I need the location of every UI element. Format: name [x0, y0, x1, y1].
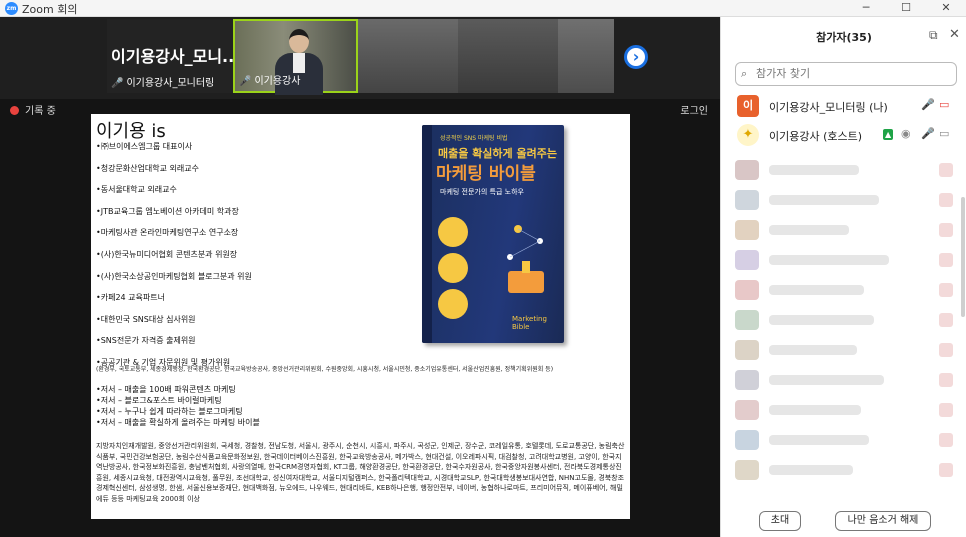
video-tile-monitoring[interactable]: 이기용강사_모니... 🎤 이기용강사_모니터링: [107, 19, 240, 93]
participant-row-blurred[interactable]: [735, 307, 957, 333]
participant-row-blurred[interactable]: [735, 337, 957, 363]
next-page-button[interactable]: ›: [624, 45, 648, 69]
search-placeholder: 참가자 찾기: [756, 67, 811, 80]
book-series: 성공적인 SNS 마케팅 비법: [440, 135, 508, 142]
popout-icon[interactable]: ⧉: [929, 28, 938, 43]
participant-row-blurred[interactable]: [735, 247, 957, 273]
mic-muted-icon: 🎤: [111, 78, 124, 89]
mic-muted-icon[interactable]: 🎤: [921, 98, 935, 111]
participant-row-blurred[interactable]: [735, 277, 957, 303]
video-tile-blurred[interactable]: [458, 19, 558, 93]
record-dot-icon: [10, 106, 19, 115]
participant-row-blurred[interactable]: [735, 217, 957, 243]
bullet-item: •㈜브이에스엠그룹 대표이사: [96, 142, 193, 151]
bullet-list: •㈜브이에스엠그룹 대표이사 •청강문화산업대학교 외래교수 •동서울대학교 외…: [96, 141, 436, 369]
shared-slide: 이기용 is •㈜브이에스엠그룹 대표이사 •청강문화산업대학교 외래교수 •동…: [91, 114, 630, 519]
career-paragraph: 지방자치인재개발원, 중앙선거관리위원회, 국세청, 경찰청, 전남도청, 서울…: [96, 442, 625, 503]
book-title-line2: 마케팅 바이블: [436, 164, 536, 184]
participant-row-blurred[interactable]: [735, 367, 957, 393]
participant-row[interactable]: ✦ 이기용강사 (호스트) ▲ ◉ 🎤 ▭: [735, 124, 957, 148]
avatar: 이: [737, 95, 759, 117]
participant-search-input[interactable]: ⌕ 참가자 찾기: [735, 62, 957, 86]
participant-row-blurred[interactable]: [735, 457, 957, 483]
bullet-item: •대한민국 SNS대상 심사위원: [96, 314, 196, 324]
participant-name: 이기용강사 (호스트): [769, 130, 863, 143]
invite-button[interactable]: 초대: [759, 511, 801, 531]
participant-name: 이기용강사_모니터링 (나): [769, 101, 888, 114]
avatar-bulb-icon: ✦: [737, 124, 759, 146]
window-titlebar: zm Zoom 회의 ─ ☐ ✕: [0, 0, 966, 17]
tile-participant-label: 🎤 이기용강사: [239, 76, 301, 87]
participant-row-blurred[interactable]: [735, 157, 957, 183]
bullet-item: •JTB교육그룹 엠노베이션 아카데미 학과장: [96, 206, 239, 216]
mic-muted-icon[interactable]: 🎤: [921, 127, 935, 140]
window-title: Zoom 회의: [22, 3, 78, 16]
close-window-button[interactable]: ✕: [926, 0, 966, 17]
tile-participant-label: 🎤 이기용강사_모니터링: [111, 78, 215, 89]
participant-row-blurred[interactable]: [735, 427, 957, 453]
book-item: •저서 – 누구나 쉽게 따라하는 블로그마케팅: [96, 407, 243, 416]
gov-list: (환경부, 국토교통부, 세종경제행정, 한국환경공단, 한국교육방송공사, 중…: [96, 366, 554, 373]
participants-scrollbar[interactable]: [961, 197, 965, 317]
book-illustration: [507, 225, 544, 293]
meeting-area: 이기용강사_모니... 🎤 이기용강사_모니터링 🎤 이기용강사 › 기록 중 로그…: [0, 17, 720, 537]
zoom-app-icon: zm: [5, 2, 18, 15]
unmute-myself-button[interactable]: 나만 음소거 해제: [835, 511, 931, 531]
book-badge: Marketing Bible: [512, 315, 547, 331]
bullet-item: •동서울대학교 외래교수: [96, 185, 177, 195]
close-panel-icon[interactable]: ✕: [949, 27, 960, 42]
bullet-item: •(사)한국뉴미디어협회 콘텐츠분과 위원장: [96, 249, 238, 259]
recording-indicator[interactable]: 기록 중: [10, 102, 56, 117]
participant-row[interactable]: 이 이기용강사_모니터링 (나) 🎤 ▭: [735, 95, 957, 119]
video-strip: 이기용강사_모니... 🎤 이기용강사_모니터링 🎤 이기용강사 ›: [0, 17, 720, 99]
recording-icon: ◉: [901, 127, 911, 140]
minimize-button[interactable]: ─: [846, 0, 886, 17]
book-item: •저서 – 매출을 100배 파워콘텐츠 마케팅: [96, 385, 236, 394]
search-icon: ⌕: [741, 67, 748, 80]
video-tile-blurred[interactable]: [558, 19, 614, 93]
video-tile-blurred[interactable]: [358, 19, 458, 93]
book-list: •저서 – 매출을 100배 파워콘텐츠 마케팅 •저서 – 블로그&포스트 바…: [96, 384, 260, 428]
book-cover-image: 성공적인 SNS 마케팅 비법 매출을 확실하게 올려주는 마케팅 바이블 마케…: [422, 125, 564, 343]
bullet-item: •청강문화산업대학교 외래교수: [96, 163, 199, 173]
mic-muted-icon: 🎤: [239, 76, 252, 87]
bullet-item: •마케팅사관 온라인마케팅연구소 연구소장: [96, 228, 239, 238]
participant-row-blurred[interactable]: [735, 187, 957, 213]
video-icon[interactable]: ▭: [939, 127, 949, 140]
slide-heading: 이기용 is: [96, 121, 166, 142]
bullet-item: •SNS전문가 자격증 출제위원: [96, 336, 196, 346]
book-circle-icon: [438, 217, 468, 247]
tile-participant-name: 이기용강사_모니...: [111, 47, 241, 66]
maximize-button[interactable]: ☐: [886, 0, 926, 17]
book-subtitle: 마케팅 전문가의 특급 노하우: [440, 188, 524, 196]
book-circle-icon: [438, 253, 468, 283]
book-circle-icon: [438, 289, 468, 319]
bullet-item: •(사)한국소상공인마케팅협회 블로그분과 위원: [96, 271, 252, 281]
video-tile-host[interactable]: 🎤 이기용강사: [233, 19, 358, 95]
bullet-item: •카페24 교육파트너: [96, 293, 165, 303]
book-item: •저서 – 블로그&포스트 바이럴마케팅: [96, 396, 222, 405]
share-screen-icon: ▲: [883, 129, 894, 140]
book-item: •저서 – 매출을 확실하게 올려주는 마케팅 바이블: [96, 418, 260, 427]
participant-row-blurred[interactable]: [735, 397, 957, 423]
participants-panel: 참가자(35) ⧉ ✕ ⌕ 참가자 찾기 이 이기용강사_모니터링 (나) 🎤 …: [720, 17, 966, 537]
video-off-icon[interactable]: ▭: [939, 98, 949, 111]
login-link[interactable]: 로그인: [680, 102, 708, 117]
